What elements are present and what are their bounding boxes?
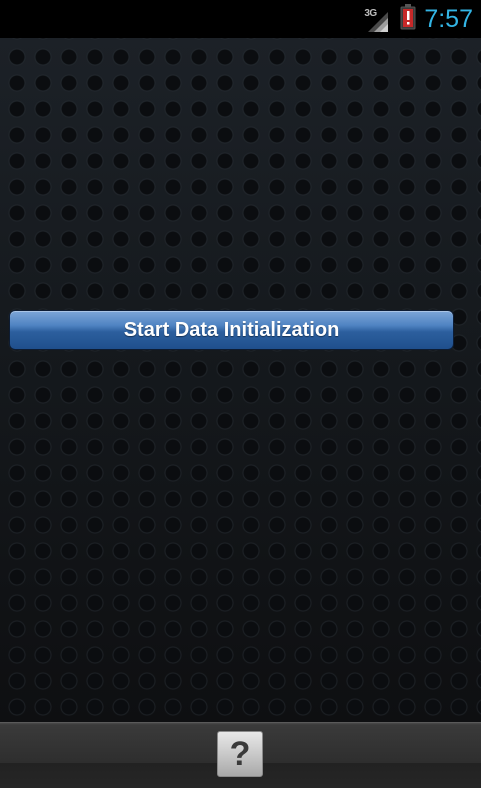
status-icons: 3G 7:57 xyxy=(364,0,473,38)
bottom-bar: ? xyxy=(0,722,481,788)
status-bar: 3G 7:57 xyxy=(0,0,481,59)
help-button[interactable]: ? xyxy=(217,731,263,777)
network-indicator: 3G xyxy=(364,4,392,34)
battery-alert-icon xyxy=(400,3,416,35)
app-screen: 3G 7:57 Start Data Initialization ? xyxy=(0,0,481,788)
signal-icon xyxy=(366,10,390,39)
status-clock: 7:57 xyxy=(424,5,473,33)
main-content: Start Data Initialization xyxy=(0,38,481,722)
start-data-initialization-button[interactable]: Start Data Initialization xyxy=(9,310,454,350)
